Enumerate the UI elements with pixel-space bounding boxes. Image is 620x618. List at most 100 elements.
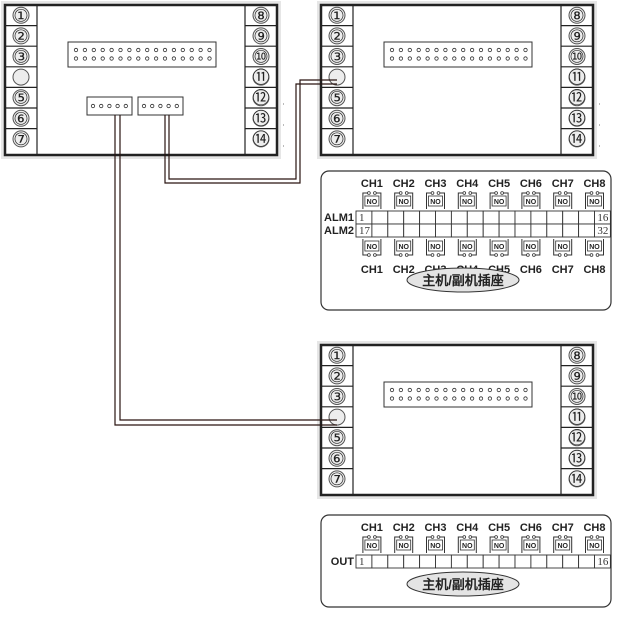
contact-dot xyxy=(595,191,600,195)
header-pin xyxy=(189,47,194,53)
header-pin xyxy=(407,396,412,401)
header-pin xyxy=(136,47,141,53)
channel-label-top: CH1 xyxy=(361,522,383,534)
contact-dot xyxy=(500,253,504,257)
terminal-number: ⑨ xyxy=(569,367,584,386)
terminal-number: ⑤ xyxy=(329,429,344,448)
terminal-cell xyxy=(450,554,468,569)
terminal-cell xyxy=(530,554,548,569)
header-pin xyxy=(478,396,484,401)
terminal-number: ⑦ xyxy=(13,130,28,149)
panel-frame xyxy=(319,3,595,157)
header-pin xyxy=(434,47,439,53)
contact-label: NO xyxy=(494,244,505,251)
terminal-right-7: ⑭ xyxy=(252,130,270,149)
contact-dot xyxy=(373,535,377,539)
header-pin xyxy=(443,47,448,53)
terminal-number: ⑩ xyxy=(253,48,268,67)
contact-label: NO xyxy=(462,543,473,550)
header-pin xyxy=(443,387,448,393)
terminal-left-4 xyxy=(328,408,346,426)
terminal-number: ⑪ xyxy=(569,68,586,87)
header-pin xyxy=(469,387,475,393)
header-pin xyxy=(398,56,403,61)
contact-label: NO xyxy=(494,199,505,206)
contact-dot xyxy=(462,253,467,257)
header-pin xyxy=(389,387,395,393)
contact-label: NO xyxy=(462,244,473,251)
terminal-right-3: ⑩ xyxy=(568,48,586,67)
terminal-cell xyxy=(546,223,564,238)
contact-dot xyxy=(532,535,536,539)
contact-dot xyxy=(595,535,600,539)
terminal-cell xyxy=(435,210,452,225)
terminal-left-6: ⑥ xyxy=(12,109,30,128)
contact-label: NO xyxy=(494,543,505,550)
terminal-cell xyxy=(403,223,421,238)
terminal-number: ③ xyxy=(13,48,28,67)
terminal-right-2: ⑨ xyxy=(252,27,270,46)
header-pin xyxy=(407,387,412,393)
contact-dot xyxy=(430,253,435,257)
terminal-cell xyxy=(387,223,405,238)
contact-dot xyxy=(563,535,568,539)
terminal-cell xyxy=(578,223,595,238)
channel-label-top: CH2 xyxy=(393,178,415,190)
terminal-right-5: ⑫ xyxy=(252,89,270,108)
channel-label-top: CH3 xyxy=(424,178,446,190)
contact-dot xyxy=(430,191,435,195)
cell-number-first: 1 xyxy=(359,556,365,568)
contact-dot xyxy=(436,253,441,257)
terminal-screw-icon xyxy=(328,68,346,86)
channel-label-top: CH7 xyxy=(552,522,574,534)
contact-dot xyxy=(436,535,441,539)
header-pin xyxy=(443,56,448,61)
contact-dot xyxy=(589,253,594,257)
contact-label: NO xyxy=(430,543,441,550)
terminal-number: ⑨ xyxy=(569,27,584,46)
header-outline xyxy=(383,41,533,68)
terminal-right-5: ⑫ xyxy=(568,429,586,448)
port-pin xyxy=(107,103,112,109)
terminal-left-6: ⑥ xyxy=(328,109,346,128)
terminal-number: ⑭ xyxy=(569,470,586,489)
header-pin xyxy=(91,56,96,61)
header-pin xyxy=(180,56,185,61)
header-pin xyxy=(452,47,457,53)
channel-label-top: CH7 xyxy=(552,178,574,190)
terminal-cell xyxy=(498,554,516,569)
header-pin xyxy=(478,47,484,53)
terminal-number: ⑥ xyxy=(329,109,344,128)
terminal-left-7: ⑦ xyxy=(12,130,30,149)
terminal-left-3: ③ xyxy=(328,48,346,67)
header-pin xyxy=(523,396,528,401)
terminal-number: ① xyxy=(13,6,28,25)
header-pin xyxy=(496,56,501,61)
header-pin xyxy=(443,396,448,401)
port-pin xyxy=(115,103,120,109)
socket-badge: 主机/副机插座 xyxy=(406,571,520,597)
contact-label: NO xyxy=(430,244,441,251)
contact-label: NO xyxy=(398,199,409,206)
terminal-number: ⑧ xyxy=(569,346,584,365)
header-pin xyxy=(523,56,528,61)
terminal-number: ⑥ xyxy=(13,109,28,128)
terminal-number: ⑥ xyxy=(329,449,344,468)
contact-dot xyxy=(398,191,403,195)
header-pin xyxy=(425,56,430,61)
header-pin xyxy=(154,56,159,61)
terminal-number: ② xyxy=(329,367,344,386)
channel-label-top: CH1 xyxy=(361,178,383,190)
terminal-left-1: ① xyxy=(328,6,346,25)
header-pin xyxy=(514,387,519,393)
terminal-cell xyxy=(466,210,484,225)
wire-port-a-to-output-slave-outer xyxy=(114,115,337,426)
header-pin xyxy=(461,396,466,401)
channel-label-bottom: CH6 xyxy=(520,264,542,276)
header-pin xyxy=(496,47,501,53)
header-pin xyxy=(452,396,457,401)
header-pin xyxy=(118,47,123,53)
header-outline xyxy=(67,41,217,68)
header-pin xyxy=(82,56,88,61)
terminal-right-4: ⑪ xyxy=(568,68,586,87)
